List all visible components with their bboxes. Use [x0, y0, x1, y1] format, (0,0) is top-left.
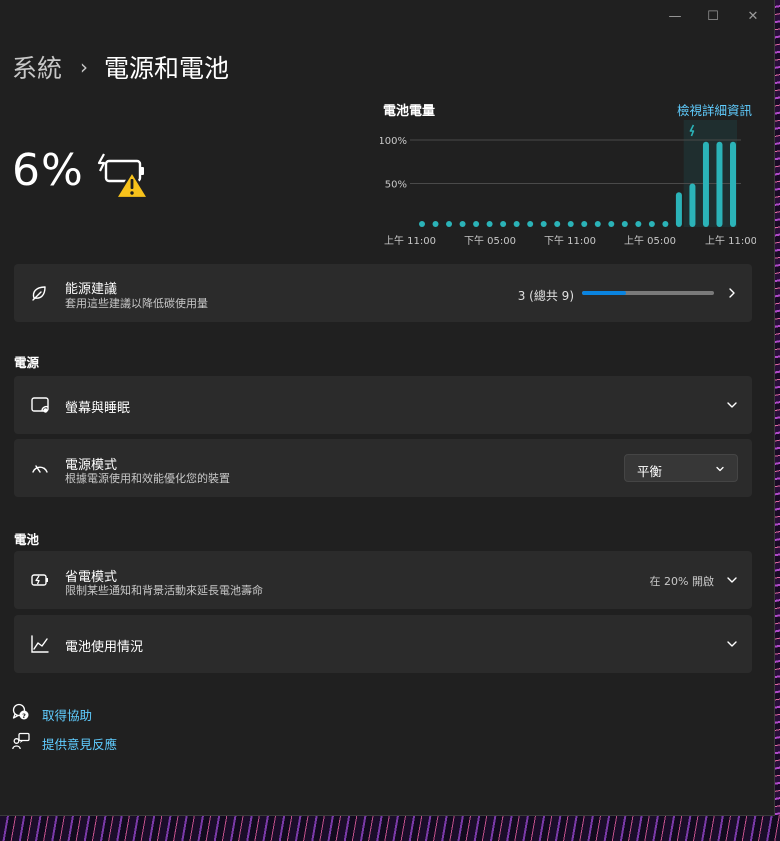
power-mode-card: 電源模式 根據電源使用和效能優化您的裝置 平衡 [14, 439, 752, 497]
data-point [513, 221, 520, 227]
settings-window: — ☐ ✕ 系統 › 電源和電池 6% 電池電量 檢視詳細資訊 100% 50% 上… [0, 0, 775, 816]
breadcrumb: 系統 › 電源和電池 [12, 50, 229, 84]
leaf-icon [32, 286, 46, 301]
battery-usage-card[interactable]: 電池使用情況 [14, 615, 752, 673]
battery-usage-title: 電池使用情況 [65, 640, 144, 655]
chevron-down-icon [727, 641, 737, 647]
data-point [459, 221, 466, 227]
y-tick-label: 50% [385, 180, 407, 191]
battery-percentage: 6% [12, 145, 84, 196]
data-bar [702, 141, 709, 227]
data-point [567, 221, 574, 227]
battery-charging-warning-icon [97, 153, 150, 200]
chevron-right-icon [729, 288, 735, 298]
screen-sleep-card[interactable]: 螢幕與睡眠 [14, 376, 752, 434]
data-point [662, 221, 669, 227]
data-point [621, 221, 628, 227]
data-point [635, 221, 642, 227]
get-help-link[interactable]: 取得協助 [42, 705, 92, 724]
data-point [500, 221, 507, 227]
data-point [486, 221, 493, 227]
chart-line-icon [31, 635, 49, 653]
data-bar [716, 141, 723, 227]
energy-progress-fill [582, 291, 626, 295]
battery-saver-status: 在 20% 開啟 [649, 575, 714, 588]
data-point [581, 221, 588, 227]
battery-saver-subtitle: 限制某些通知和背景活動來延長電池壽命 [65, 584, 263, 597]
battery-saver-card[interactable]: 省電模式 限制某些通知和背景活動來延長電池壽命 在 20% 開啟 [14, 551, 752, 609]
battery-level-chart: 電池電量 檢視詳細資訊 100% 50% 上午 11:00 下午 05:00 下午 11… [380, 98, 756, 250]
x-tick-label: 上午 11:00 [705, 234, 756, 247]
desktop-background-bottom [0, 815, 780, 841]
x-tick-label: 下午 05:00 [464, 234, 516, 247]
data-point [554, 221, 561, 227]
chevron-down-icon [727, 577, 737, 583]
chevron-down-icon [727, 402, 737, 408]
power-mode-dropdown[interactable]: 平衡 [624, 454, 738, 482]
data-point [540, 221, 547, 227]
get-help-icon: ? [12, 703, 29, 720]
data-point [432, 221, 439, 227]
energy-recommendations-card[interactable]: 能源建議 套用這些建議以降低碳使用量 3 (總共 9) [14, 264, 752, 322]
screen-sleep-icon [31, 397, 49, 413]
battery-saver-icon [31, 574, 48, 586]
data-bar [730, 141, 736, 227]
breadcrumb-separator: › [80, 55, 89, 79]
screen-sleep-title: 螢幕與睡眠 [65, 401, 131, 416]
page-title: 電源和電池 [104, 54, 230, 83]
section-power-heading: 電源 [14, 355, 40, 370]
power-mode-subtitle: 根據電源使用和效能優化您的裝置 [65, 472, 230, 485]
section-battery-heading: 電池 [14, 532, 40, 547]
chevron-down-icon [716, 466, 724, 472]
minimize-button[interactable]: — [660, 6, 690, 28]
power-mode-selected: 平衡 [637, 464, 663, 479]
energy-progress-bar [582, 291, 714, 295]
data-point [419, 221, 425, 227]
energy-card-subtitle: 套用這些建議以降低碳使用量 [65, 297, 208, 310]
energy-progress-text: 3 (總共 9) [517, 289, 574, 303]
maximize-button[interactable]: ☐ [698, 6, 728, 28]
y-tick-label: 100% [380, 136, 407, 147]
data-bar [689, 183, 696, 227]
data-point [608, 221, 615, 227]
breadcrumb-system[interactable]: 系統 [12, 49, 62, 85]
feedback-link[interactable]: 提供意見反應 [42, 734, 117, 753]
data-point [473, 221, 480, 227]
x-tick-label: 下午 11:00 [544, 234, 596, 247]
data-point [527, 221, 534, 227]
power-mode-gauge-icon [32, 465, 48, 473]
data-point [446, 221, 453, 227]
x-tick-label: 上午 05:00 [624, 234, 676, 247]
data-bar [675, 192, 682, 227]
chart-plot: 100% 50% 上午 11:00 下午 05:00 下午 11:00 上午 05:00 上… [380, 120, 756, 247]
feedback-icon [12, 732, 30, 750]
data-point [594, 221, 601, 227]
close-button[interactable]: ✕ [738, 6, 768, 28]
x-tick-label: 上午 11:00 [384, 234, 436, 247]
data-point [648, 221, 655, 227]
svg-text:?: ? [22, 712, 26, 720]
